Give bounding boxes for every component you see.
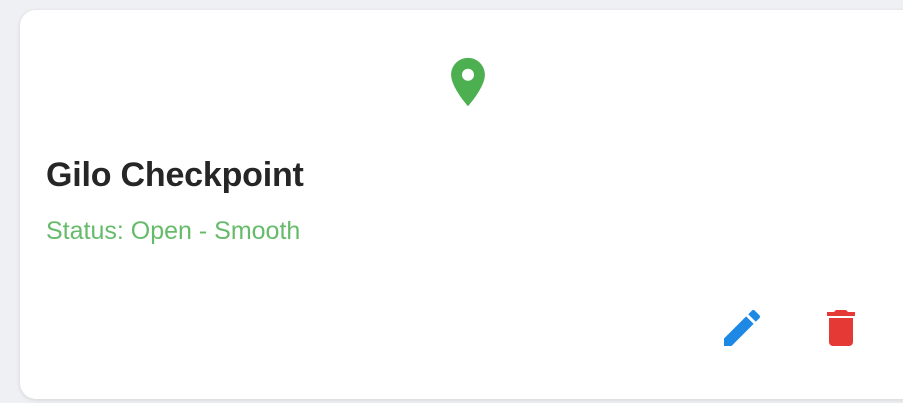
location-pin-icon xyxy=(439,42,497,122)
edit-button[interactable] xyxy=(718,304,766,352)
delete-button[interactable] xyxy=(817,304,865,352)
checkpoint-status: Status: Open - Smooth xyxy=(46,217,301,245)
trash-icon xyxy=(817,304,865,352)
checkpoint-card: Gilo Checkpoint Status: Open - Smooth xyxy=(20,10,903,399)
pencil-icon xyxy=(718,304,766,352)
checkpoint-title: Gilo Checkpoint xyxy=(46,156,304,194)
